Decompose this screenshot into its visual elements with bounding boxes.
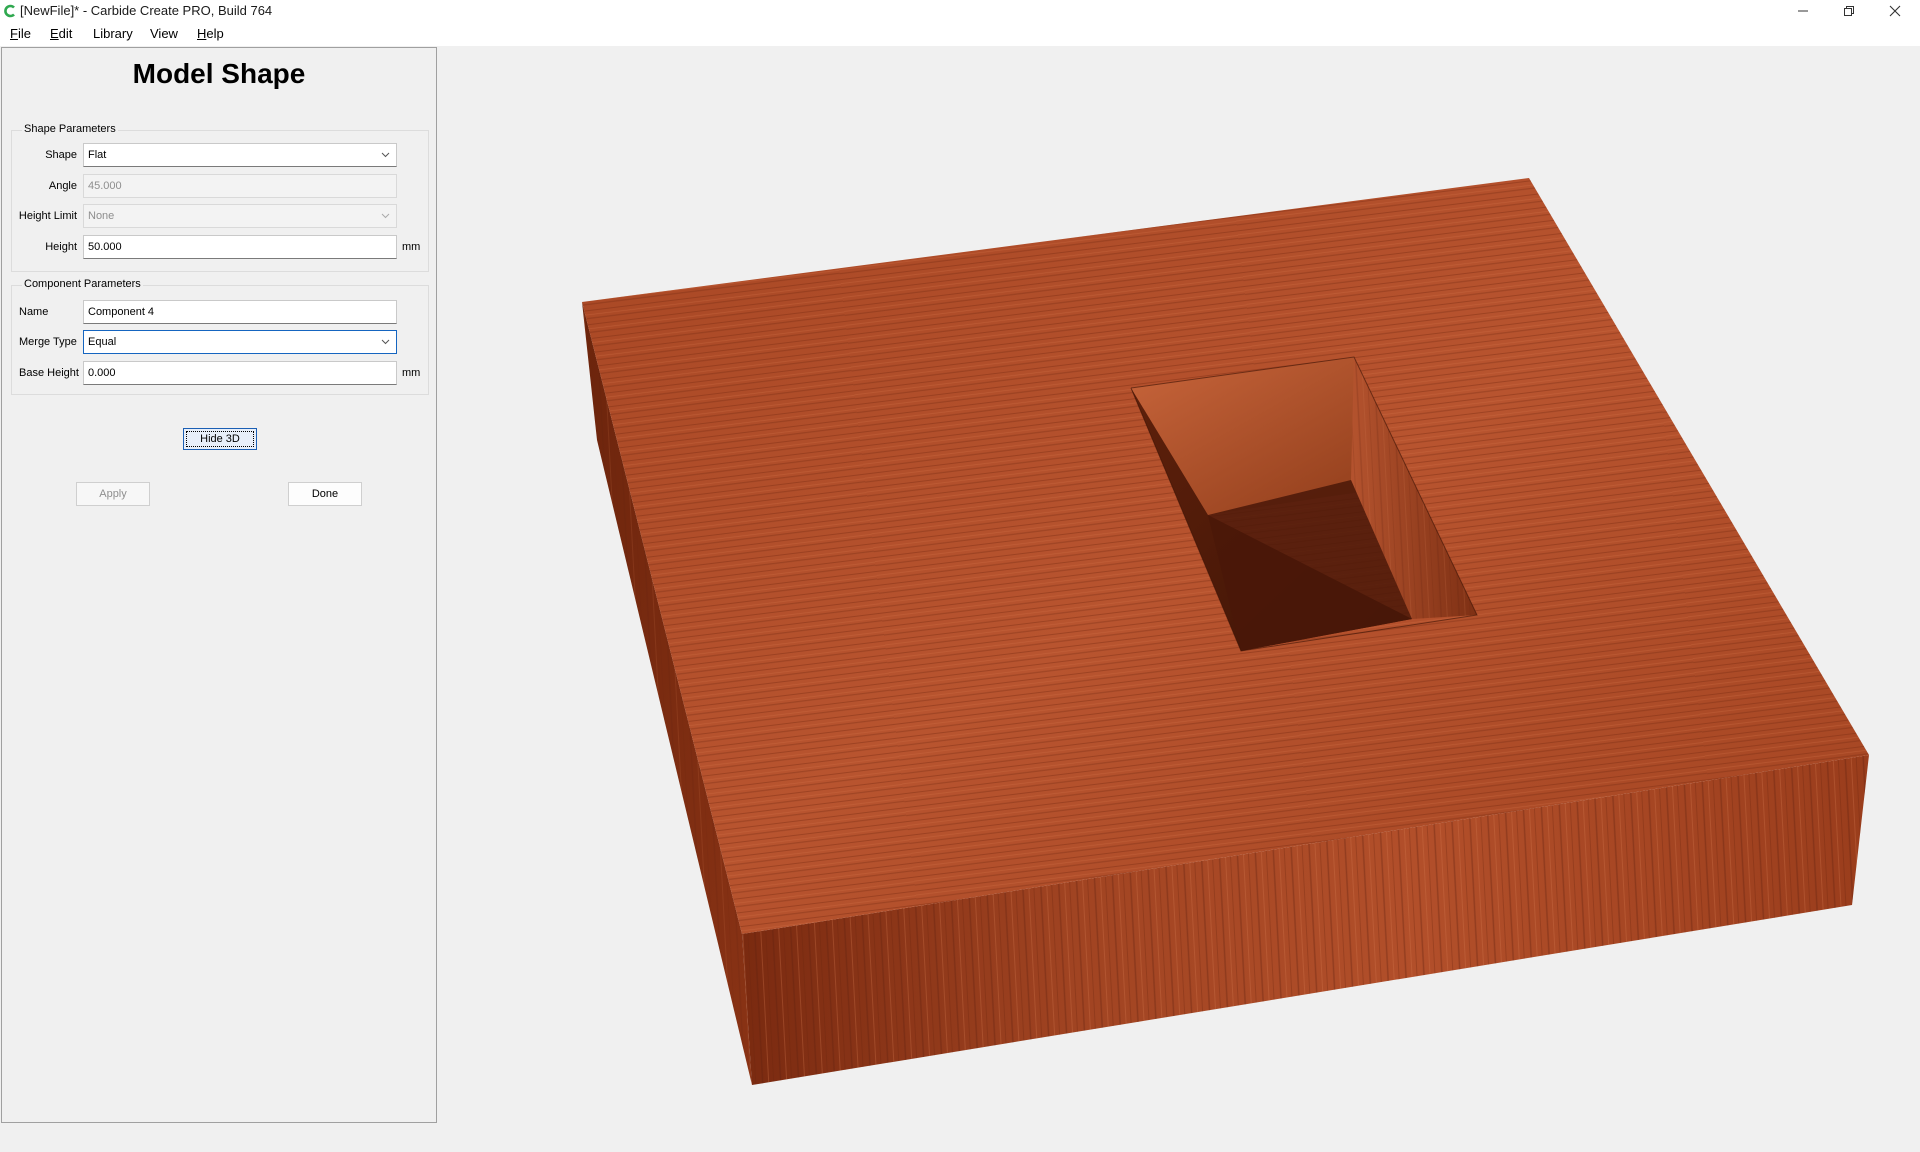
hide-3d-button[interactable]: Hide 3D — [183, 428, 257, 450]
menu-file[interactable]: File — [10, 26, 31, 41]
restore-icon — [1844, 6, 1854, 16]
component-parameters-title: Component Parameters — [22, 278, 143, 290]
chevron-down-icon — [381, 152, 390, 158]
minimize-icon — [1798, 10, 1808, 12]
menu-edit-rest: dit — [58, 26, 73, 41]
menu-edit[interactable]: Edit — [50, 26, 72, 41]
menu-help[interactable]: Help — [197, 26, 224, 41]
menu-help-rest: elp — [206, 26, 224, 41]
menu-bar: File Edit Library View Help — [0, 22, 1920, 46]
close-icon — [1889, 5, 1901, 17]
model-render — [582, 178, 1869, 1085]
hide-3d-label: Hide 3D — [200, 433, 240, 445]
chevron-down-icon — [381, 213, 390, 219]
base-height-value: 0.000 — [88, 367, 116, 379]
name-input[interactable]: Component 4 — [83, 300, 397, 324]
menu-library-rest: Library — [93, 26, 133, 41]
merge-type-value: Equal — [88, 336, 117, 348]
component-parameters-group: Component Parameters Name Component 4 Me… — [11, 278, 429, 395]
model-shape-panel: Model Shape Shape Parameters Shape Flat … — [1, 47, 437, 1123]
apply-label: Apply — [99, 488, 127, 500]
menu-help-accel: H — [197, 26, 207, 41]
angle-value: 45.000 — [88, 180, 122, 192]
height-label: Height — [45, 241, 77, 253]
shape-value: Flat — [88, 149, 107, 161]
restore-button[interactable] — [1826, 0, 1872, 22]
menu-view[interactable]: View — [150, 26, 178, 41]
height-unit: mm — [402, 241, 421, 253]
3d-viewport[interactable] — [440, 47, 1920, 1147]
merge-type-dropdown[interactable]: Equal — [83, 330, 397, 354]
base-height-input[interactable]: 0.000 — [83, 361, 397, 385]
menu-library[interactable]: Library — [93, 26, 133, 41]
height-input[interactable]: 50.000 — [83, 235, 397, 259]
menu-file-accel: F — [10, 26, 18, 41]
menu-view-rest: View — [150, 26, 178, 41]
shape-dropdown[interactable]: Flat — [83, 143, 397, 167]
panel-title: Model Shape — [132, 58, 306, 89]
minimize-button[interactable] — [1780, 0, 1826, 22]
done-label: Done — [311, 488, 339, 500]
base-height-unit: mm — [402, 367, 421, 379]
merge-type-label: Merge Type — [19, 336, 77, 348]
shape-parameters-group: Shape Parameters Shape Flat Angle 45.000… — [11, 123, 429, 272]
carbide-logo-icon — [4, 4, 15, 18]
hide-3d-focus-ring: Hide 3D — [186, 431, 254, 447]
angle-label: Angle — [48, 180, 77, 192]
height-limit-dropdown: None — [83, 204, 397, 228]
height-value: 50.000 — [88, 241, 122, 253]
apply-button[interactable]: Apply — [76, 482, 150, 506]
height-limit-label: Height Limit — [18, 210, 77, 222]
menu-file-rest: ile — [17, 26, 31, 41]
shape-parameters-title: Shape Parameters — [22, 123, 118, 135]
name-label: Name — [19, 306, 49, 318]
chevron-down-icon — [381, 339, 390, 345]
close-window-button[interactable] — [1872, 0, 1918, 22]
shape-label: Shape — [45, 149, 77, 161]
height-limit-value: None — [88, 210, 115, 222]
title-bar: [NewFile]* - Carbide Create PRO, Build 7… — [0, 0, 1920, 22]
done-button[interactable]: Done — [288, 482, 362, 506]
window-title: [NewFile]* - Carbide Create PRO, Build 7… — [20, 3, 273, 18]
angle-input: 45.000 — [83, 174, 397, 198]
name-value: Component 4 — [88, 306, 155, 318]
base-height-label: Base Height — [19, 367, 79, 379]
menu-edit-accel: E — [50, 26, 59, 41]
